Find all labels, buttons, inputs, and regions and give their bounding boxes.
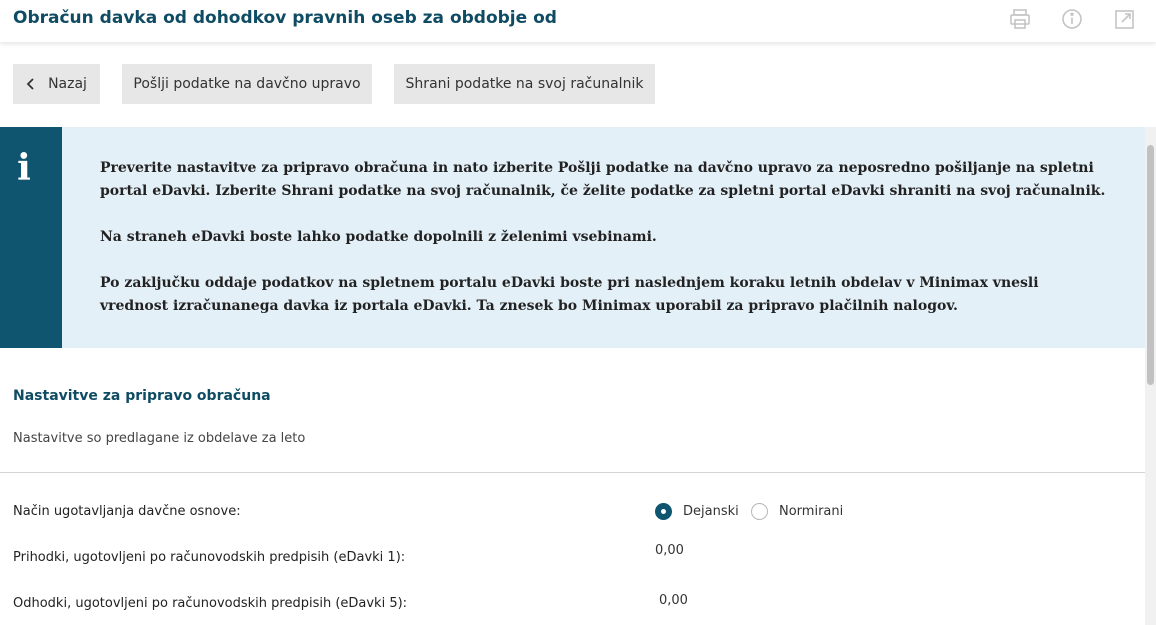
chevron-left-icon	[26, 77, 36, 91]
tax-base-method-label: Način ugotavljanja davčne osnove:	[13, 504, 241, 519]
save-to-computer-button[interactable]: Shrani podatke na svoj računalnik	[394, 64, 655, 104]
radio-dejanski-circle[interactable]	[655, 503, 672, 520]
page-title: Obračun davka od dohodkov pravnih oseb z…	[13, 8, 557, 28]
settings-section-subtitle: Nastavitve so predlagane iz obdelave za …	[13, 431, 306, 446]
info-panel: i Preverite nastavitve za pripravo obrač…	[0, 127, 1145, 348]
back-button[interactable]: Nazaj	[13, 64, 100, 104]
info-paragraph-3: Po zaključku oddaje podatkov na spletnem…	[100, 275, 1039, 314]
back-button-label: Nazaj	[48, 76, 87, 92]
external-link-icon[interactable]	[1113, 7, 1137, 31]
info-strip: i	[0, 127, 62, 348]
save-button-label: Shrani podatke na svoj računalnik	[405, 76, 644, 92]
radio-normirani-circle[interactable]	[751, 503, 768, 520]
info-icon[interactable]	[1060, 7, 1084, 31]
print-icon[interactable]	[1008, 7, 1032, 31]
scrollbar-thumb[interactable]	[1147, 145, 1154, 385]
section-divider	[0, 472, 1145, 473]
settings-section-title: Nastavitve za pripravo obračuna	[13, 388, 271, 404]
expenses-value: 0,00	[659, 593, 688, 608]
expenses-label: Odhodki, ugotovljeni po računovodskih pr…	[13, 596, 408, 611]
radio-dejanski[interactable]: Dejanski	[655, 503, 739, 520]
revenue-value: 0,00	[655, 543, 684, 558]
radio-normirani-label: Normirani	[779, 504, 844, 519]
info-text: Preverite nastavitve za pripravo obračun…	[100, 157, 1110, 341]
info-paragraph-1: Preverite nastavitve za pripravo obračun…	[100, 160, 1106, 199]
radio-dejanski-label: Dejanski	[683, 504, 739, 519]
send-to-tax-office-button[interactable]: Pošlji podatke na davčno upravo	[122, 64, 372, 104]
info-letter-icon: i	[17, 147, 31, 189]
page-header: Obračun davka od dohodkov pravnih oseb z…	[0, 0, 1156, 42]
revenue-label: Prihodki, ugotovljeni po računovodskih p…	[13, 550, 406, 565]
info-paragraph-2: Na straneh eDavki boste lahko podatke do…	[100, 229, 657, 245]
action-toolbar: Nazaj Pošlji podatke na davčno upravo Sh…	[0, 43, 1156, 127]
radio-normirani[interactable]: Normirani	[751, 503, 843, 520]
page-scrollbar[interactable]	[1145, 127, 1156, 625]
send-button-label: Pošlji podatke na davčno upravo	[133, 76, 361, 92]
